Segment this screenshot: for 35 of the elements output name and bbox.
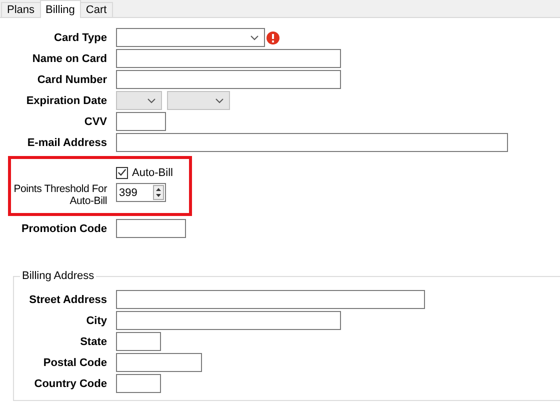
field-label: E-mail Address [26,136,107,148]
group-title: Billing Address [20,270,96,282]
field-label: Name on Card [31,52,107,64]
field-label: Card Number [36,74,107,86]
input-field[interactable] [116,219,186,238]
input-field[interactable] [116,374,161,393]
field-label: City [85,314,107,326]
spinner-field[interactable]: 399 [116,183,166,202]
dropdown[interactable] [116,28,265,47]
field-label: State [79,336,107,348]
check-icon [117,167,127,178]
auto-bill-checkbox[interactable]: Auto-Bill [116,166,173,178]
field-label: Street Address [28,294,107,306]
input-field[interactable] [116,353,202,372]
field-label: Promotion Code [20,222,107,234]
tab[interactable]: Billing [40,0,81,18]
spin-arrows-icon [153,185,164,200]
field-label: Points Threshold For Auto-Bill [12,183,107,207]
field-label: Postal Code [42,356,107,368]
caret-icon [215,98,224,104]
input-field[interactable] [116,290,425,309]
input-field[interactable] [116,332,161,351]
input-field[interactable] [116,49,341,68]
input-field[interactable] [116,112,166,131]
input-field[interactable] [116,311,341,330]
caret-icon [147,98,156,104]
tab[interactable]: Cart [80,2,113,17]
caret-icon [250,34,259,40]
field-label: CVV [83,116,107,128]
field-label: Country Code [33,378,107,390]
tab[interactable]: Plans [1,2,41,17]
field-label: Expiration Date [25,94,107,106]
field-label: Card Type [53,32,107,44]
input-field[interactable] [116,133,508,152]
input-field[interactable] [116,70,341,89]
